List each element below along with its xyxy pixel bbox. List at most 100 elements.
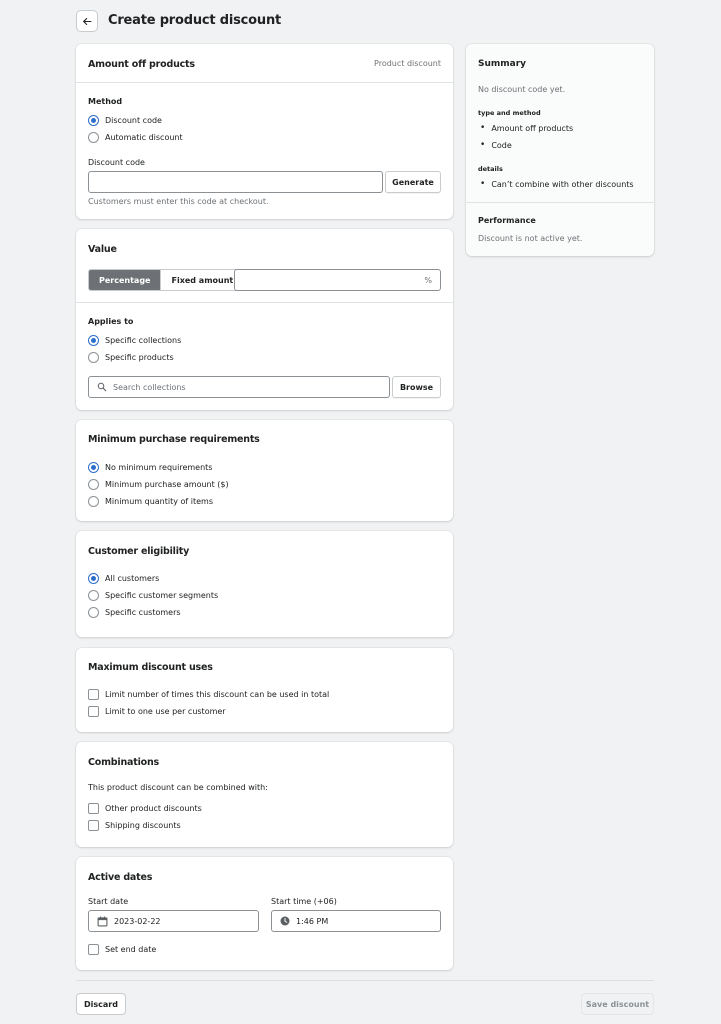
radio-selected[interactable] [88,115,99,126]
combine-product-option[interactable]: Other product discounts [88,803,202,814]
option-label: Specific collections [105,336,182,345]
summary-item: Code [480,140,511,150]
summary-item: Amount off products [480,123,573,133]
radio[interactable] [88,590,99,601]
footer-divider [76,980,654,981]
summary-item: Can’t combine with other discounts [480,179,633,189]
option-label: Discount code [105,116,162,125]
applies-option-products[interactable]: Specific products [88,352,174,363]
performance-title: Performance [478,216,536,225]
combinations-card: Combinations This product discount can b… [76,742,453,847]
maximum-uses-card: Maximum discount uses Limit number of ti… [76,648,453,732]
set-end-date-option[interactable]: Set end date [88,944,156,955]
applies-to-label: Applies to [88,317,134,326]
card-title: Maximum discount uses [88,662,213,673]
customer-eligibility-card: Customer eligibility All customers Speci… [76,531,453,637]
page-title: Create product discount [108,13,282,28]
option-label: Shipping discounts [105,821,181,830]
option-label: Specific products [105,353,174,362]
discount-code-label: Discount code [88,158,145,167]
option-label: Automatic discount [105,133,183,142]
start-date-value: 2023-02-22 [114,916,161,926]
card-title: Active dates [88,872,153,883]
checkbox[interactable] [88,706,99,717]
start-time-label: Start time (+06) [271,897,337,906]
discount-type-label: Product discount [374,59,441,68]
limit-total-option[interactable]: Limit number of times this discount can … [88,689,329,700]
value-type-segmented: Percentage Fixed amount [88,269,245,291]
search-placeholder: Search collections [113,382,186,392]
min-option-quantity[interactable]: Minimum quantity of items [88,496,213,507]
min-option-none[interactable]: No minimum requirements [88,462,212,473]
checkbox[interactable] [88,803,99,814]
eligibility-option-customers[interactable]: Specific customers [88,607,181,618]
discard-button[interactable]: Discard [76,993,126,1015]
start-date-input[interactable]: 2023-02-22 [88,910,259,932]
checkbox[interactable] [88,820,99,831]
summary-card: Summary No discount code yet. type and m… [466,44,654,256]
no-code-text: No discount code yet. [478,85,566,94]
value-card: Value Percentage Fixed amount % Applies … [76,229,453,410]
radio[interactable] [88,496,99,507]
option-label: Minimum quantity of items [105,497,214,506]
radio-selected[interactable] [88,335,99,346]
checkbox[interactable] [88,944,99,955]
radio[interactable] [88,132,99,143]
minimum-requirements-card: Minimum purchase requirements No minimum… [76,420,453,521]
active-dates-card: Active dates Start date Start time (+06)… [76,857,453,970]
option-label: Set end date [105,945,157,954]
eligibility-option-segments[interactable]: Specific customer segments [88,590,218,601]
back-button[interactable] [76,10,98,32]
applies-option-collections[interactable]: Specific collections [88,335,181,346]
card-title: Minimum purchase requirements [88,434,260,445]
radio-selected[interactable] [88,462,99,473]
details-label: details [478,165,503,173]
performance-text: Discount is not active yet. [478,234,583,243]
generate-button[interactable]: Generate [385,171,441,193]
discount-code-help: Customers must enter this code at checko… [88,197,269,206]
option-label: No minimum requirements [105,463,213,472]
radio[interactable] [88,607,99,618]
option-label: Limit to one use per customer [105,707,226,716]
value-input[interactable]: % [234,269,441,291]
search-collections-input[interactable]: Search collections [88,376,390,398]
option-label: Limit number of times this discount can … [105,690,330,699]
start-time-input[interactable]: 1:46 PM [271,910,441,932]
option-label: Specific customers [105,608,181,617]
amount-off-products-card: Amount off products Product discount Met… [76,44,453,219]
limit-per-customer-option[interactable]: Limit to one use per customer [88,706,226,717]
card-title: Customer eligibility [88,546,190,557]
card-title: Amount off products [88,59,195,70]
save-discount-button[interactable]: Save discount [581,993,654,1015]
radio-selected[interactable] [88,573,99,584]
combinations-description: This product discount can be combined wi… [88,783,268,792]
method-option-discount-code[interactable]: Discount code [88,115,162,126]
percent-suffix: % [424,275,432,285]
arrow-left-icon [82,17,91,25]
calendar-icon [97,916,108,926]
eligibility-option-all[interactable]: All customers [88,573,159,584]
percentage-button[interactable]: Percentage [89,270,161,290]
create-discount-page: Create product discount Amount off produ… [0,0,721,1024]
fixed-amount-button[interactable]: Fixed amount [160,270,244,290]
checkbox[interactable] [88,689,99,700]
discount-code-input[interactable] [88,171,383,193]
divider [466,202,654,203]
option-label: Minimum purchase amount ($) [105,480,229,489]
min-option-amount[interactable]: Minimum purchase amount ($) [88,479,229,490]
combine-shipping-option[interactable]: Shipping discounts [88,820,181,831]
option-label: All customers [105,574,160,583]
type-method-label: type and method [478,109,541,117]
divider [76,302,453,303]
option-label: Specific customer segments [105,591,219,600]
method-label: Method [88,97,123,106]
card-title: Combinations [88,757,159,768]
search-icon [97,382,107,392]
start-date-label: Start date [88,897,129,906]
summary-title: Summary [478,59,527,69]
method-option-automatic[interactable]: Automatic discount [88,132,183,143]
radio[interactable] [88,479,99,490]
radio[interactable] [88,352,99,363]
browse-button[interactable]: Browse [392,376,441,398]
start-time-value: 1:46 PM [296,916,329,926]
